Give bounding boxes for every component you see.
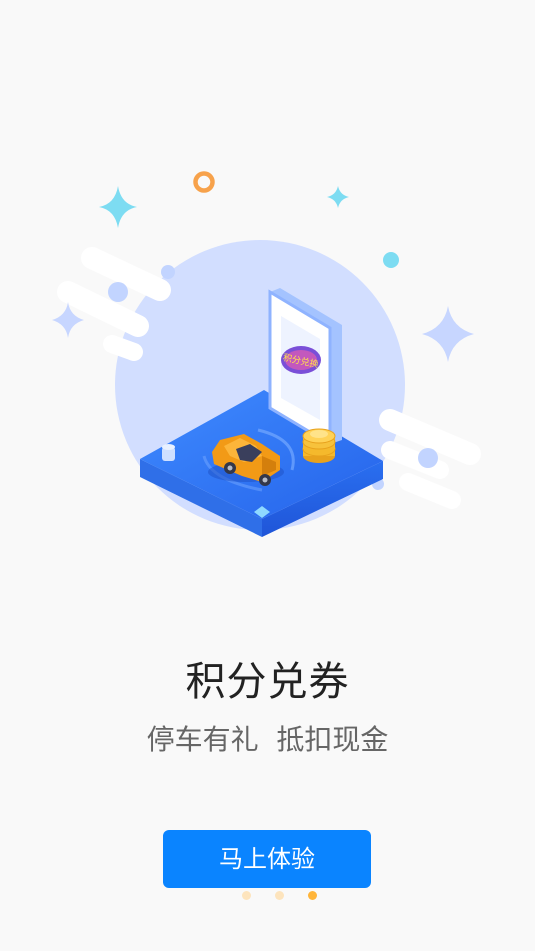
- page-indicator-dot[interactable]: [275, 891, 284, 900]
- page-indicator: [0, 891, 535, 901]
- ring-icon: [193, 171, 215, 193]
- onboarding-illustration: 积分兑换: [52, 171, 481, 537]
- dot-icon: [383, 252, 399, 268]
- sparkle-icon: [327, 186, 349, 208]
- page-title: 积分兑券: [185, 659, 350, 705]
- sparkle-icon: [422, 306, 474, 362]
- experience-now-button[interactable]: 马上体验: [163, 830, 371, 888]
- sparkle-icon: [99, 186, 137, 228]
- page-subtitle: 停车有礼 抵扣现金: [146, 723, 389, 756]
- coin-stack-icon: [302, 428, 336, 463]
- page-indicator-dot-active[interactable]: [308, 891, 317, 900]
- page-indicator-dot[interactable]: [242, 891, 251, 900]
